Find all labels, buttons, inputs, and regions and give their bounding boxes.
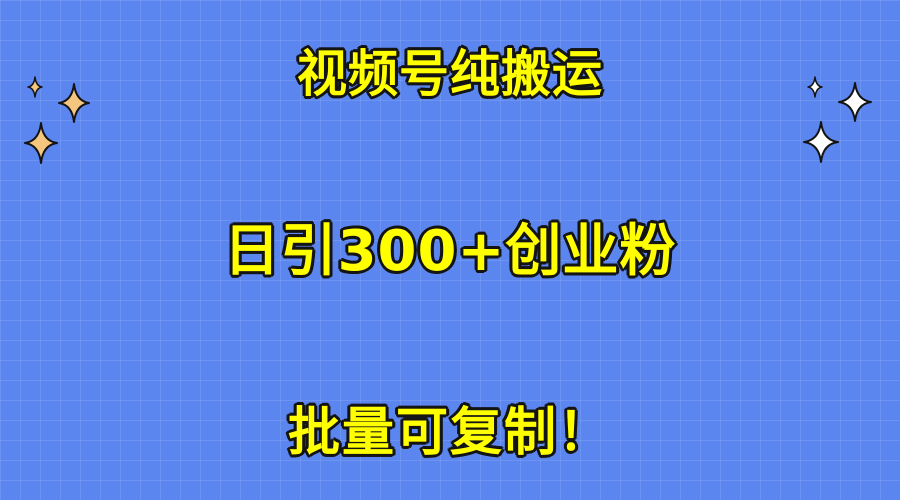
large-white-sparkle-icon <box>803 121 839 163</box>
poster-tagline: 批量可复制！ <box>287 403 612 463</box>
poster-headline: 日引300+创业粉 <box>223 219 677 284</box>
large-gold-sparkle-icon <box>24 122 58 164</box>
poster-title: 视频号纯搬运 <box>297 45 603 103</box>
poster-canvas: 视频号纯搬运 日引300+创业粉 批量可复制！ <box>0 0 900 500</box>
